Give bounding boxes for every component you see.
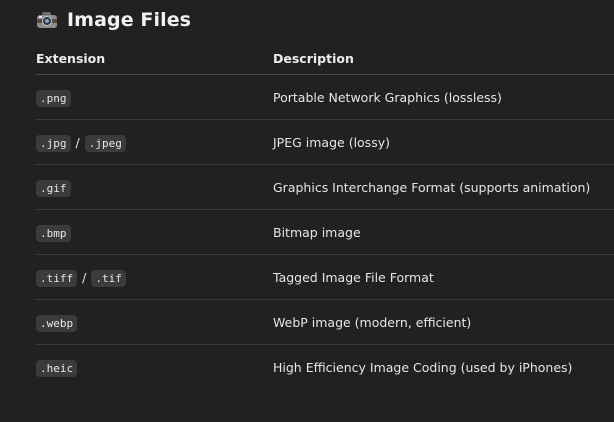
extension-code: .tif <box>91 269 126 287</box>
extension-cell: .gif <box>36 164 273 210</box>
description-cell: Bitmap image <box>273 209 614 255</box>
extension-code: .png <box>36 89 71 107</box>
table-row: .png Portable Network Graphics (lossless) <box>36 74 614 120</box>
description-cell: Portable Network Graphics (lossless) <box>273 74 614 120</box>
table-row: .bmp Bitmap image <box>36 209 614 255</box>
extension-cell: .jpg / .jpeg <box>36 119 273 165</box>
extension-cell: .heic <box>36 345 273 390</box>
extension-code: .heic <box>36 359 78 377</box>
column-header-description: Description <box>273 43 614 75</box>
extension-code: .tiff <box>36 269 78 287</box>
image-files-section: Image Files Extension Description .png Po… <box>0 0 614 422</box>
extension-separator: / <box>82 269 87 285</box>
table-row: .heic High Efficiency Image Coding (used … <box>36 345 614 390</box>
camera-icon <box>36 11 58 29</box>
table-header-row: Extension Description <box>36 43 614 75</box>
section-title: Image Files <box>67 9 192 31</box>
extension-code: .webp <box>36 314 78 332</box>
description-cell: Tagged Image File Format <box>273 254 614 300</box>
description-cell: High Efficiency Image Coding (used by iP… <box>273 359 573 375</box>
table-row: .jpg / .jpeg JPEG image (lossy) <box>36 119 614 165</box>
table-row: .tiff / .tif Tagged Image File Format <box>36 254 614 300</box>
description-cell: JPEG image (lossy) <box>273 119 614 165</box>
description-cell: WebP image (modern, efficient) <box>273 299 614 345</box>
extension-code: .gif <box>36 179 71 197</box>
extension-cell: .webp <box>36 299 273 345</box>
extension-code: .jpg <box>36 134 71 152</box>
section-heading: Image Files <box>36 9 191 31</box>
description-cell: Graphics Interchange Format (supports an… <box>273 164 614 210</box>
extension-code: .jpeg <box>84 134 126 152</box>
image-files-table: Extension Description .png Portable Netwo… <box>36 43 614 389</box>
extension-cell: .bmp <box>36 209 273 255</box>
extension-code: .bmp <box>36 224 71 242</box>
extension-cell: .png <box>36 74 273 120</box>
table-row: .webp WebP image (modern, efficient) <box>36 299 614 345</box>
extension-cell: .tiff / .tif <box>36 254 273 300</box>
column-header-extension: Extension <box>36 43 273 75</box>
table-row: .gif Graphics Interchange Format (support… <box>36 164 614 210</box>
extension-separator: / <box>75 134 80 150</box>
